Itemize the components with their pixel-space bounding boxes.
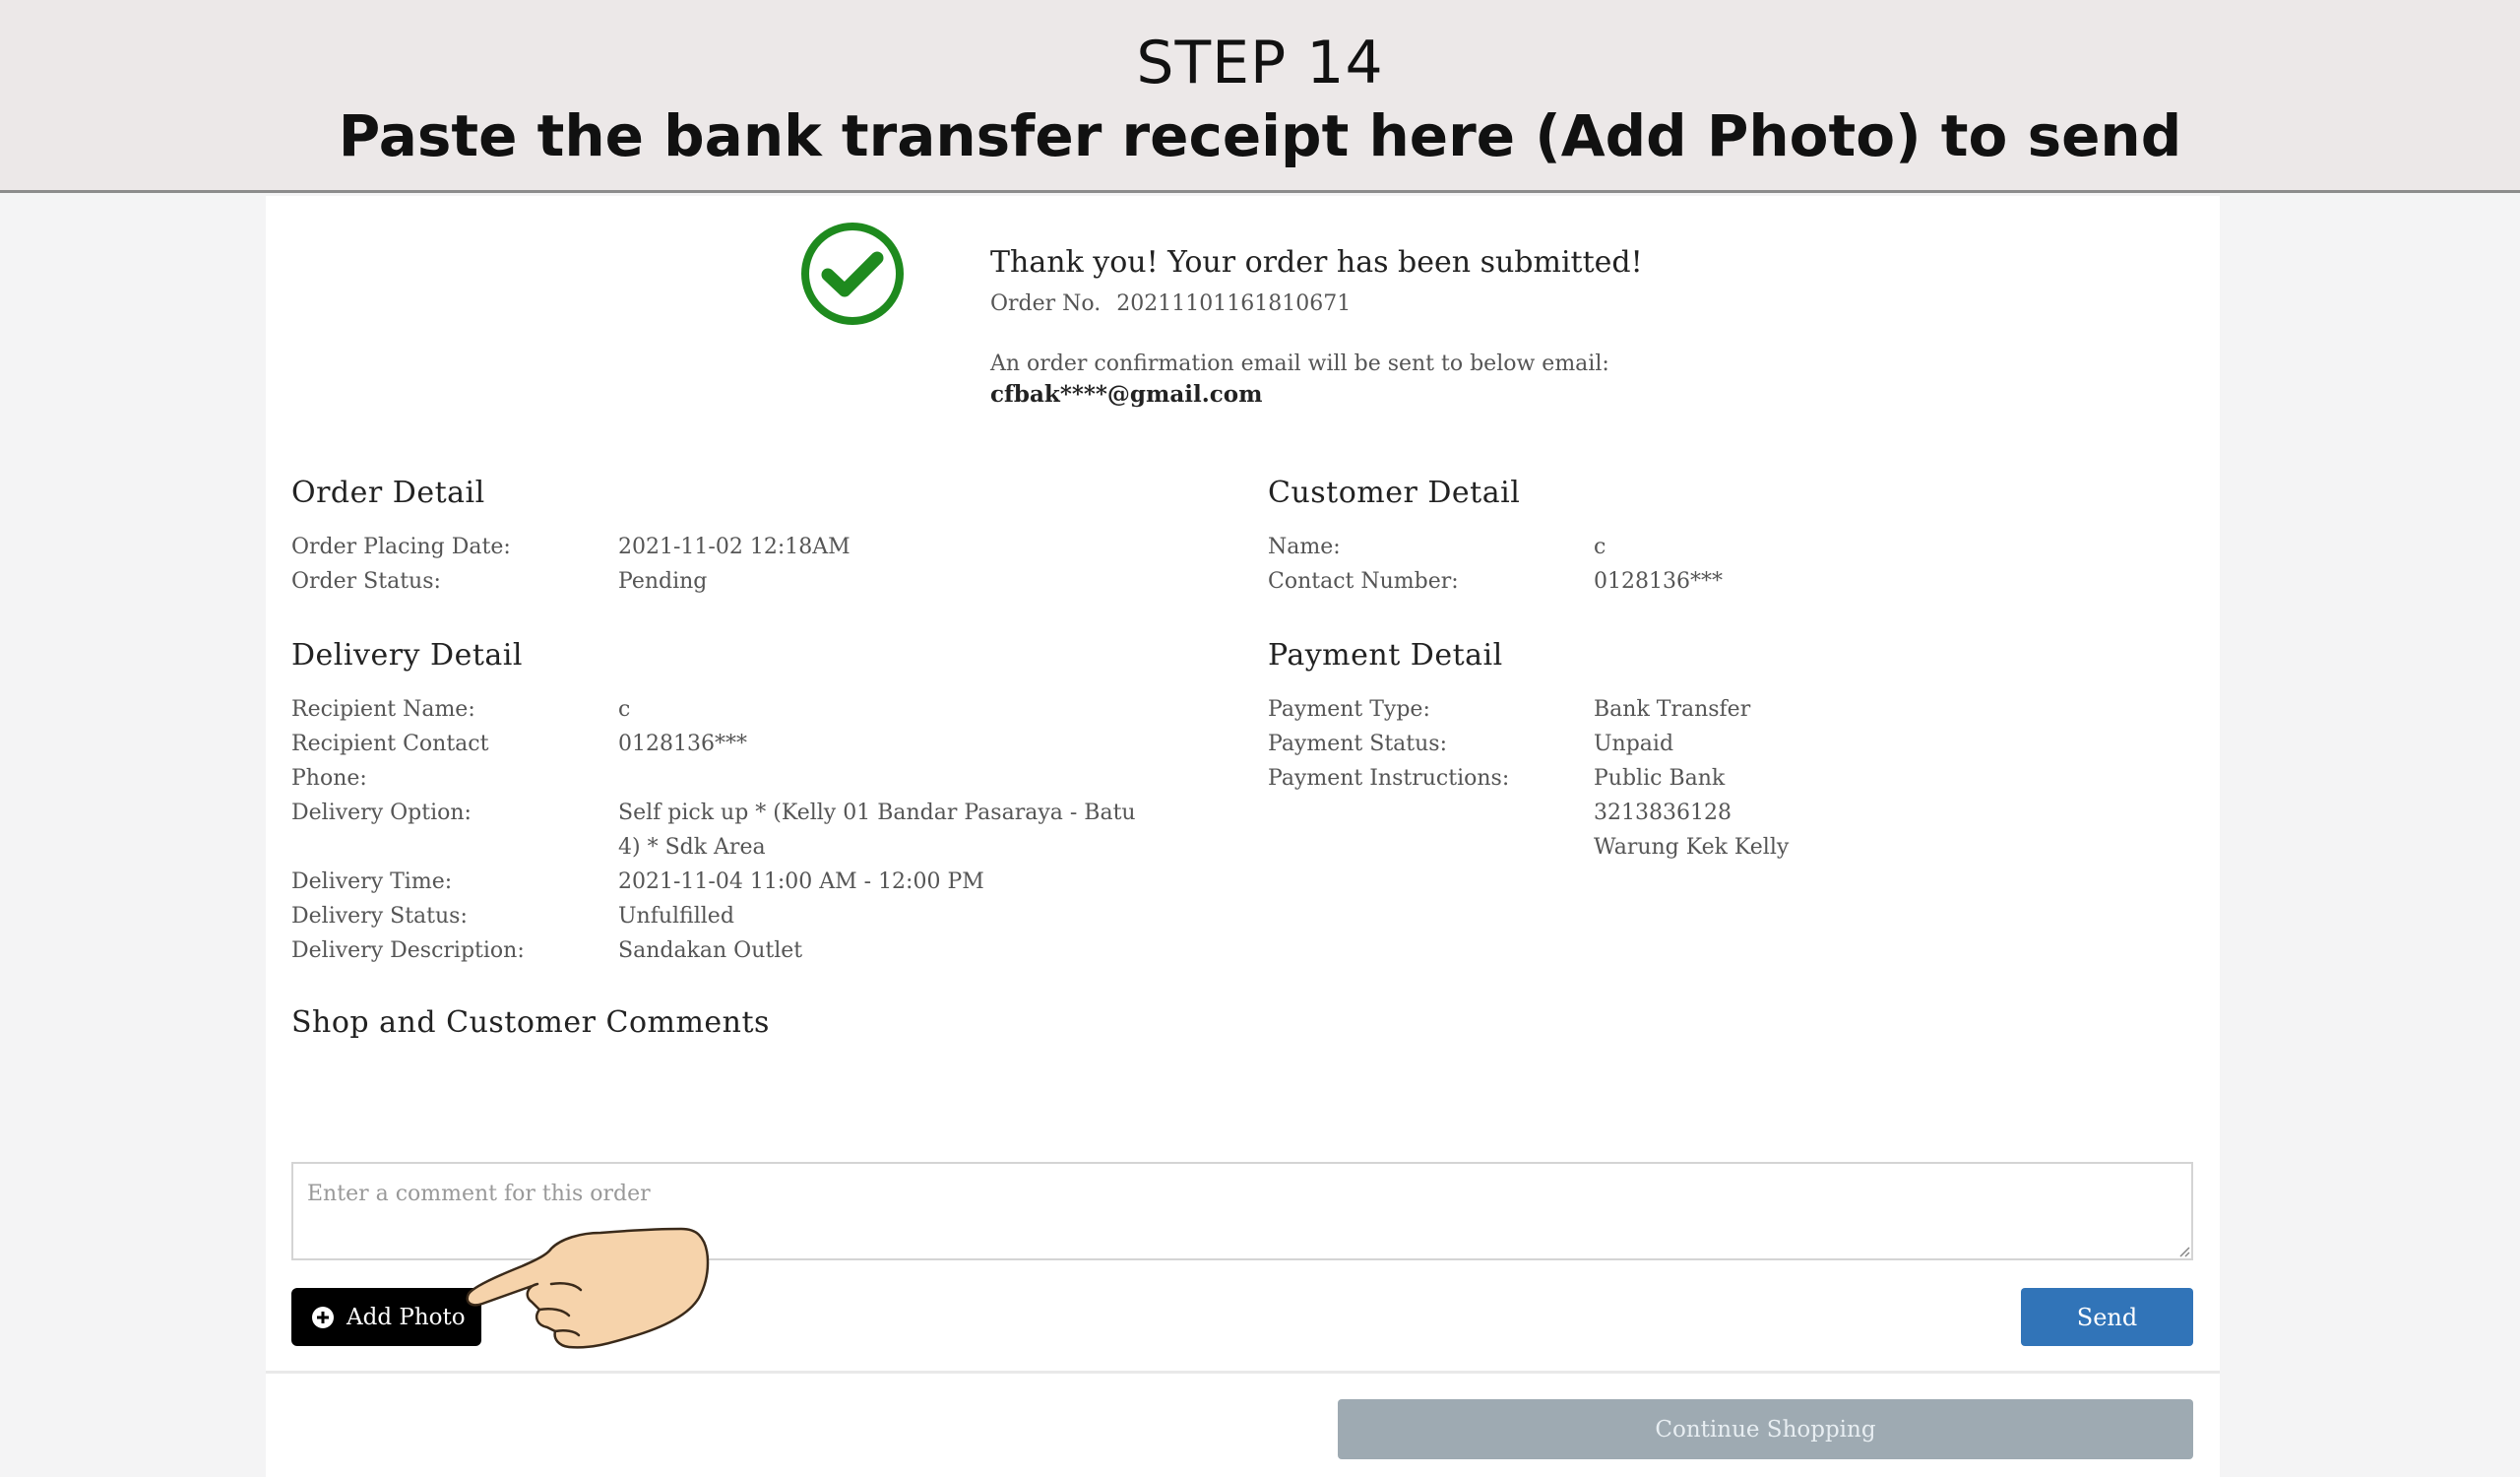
row-value: Unpaid [1594,732,1674,756]
row-label: Recipient Name: [291,697,475,722]
row-value: Warung Kek Kelly [1594,835,1790,860]
row-label: Delivery Option: [291,801,472,825]
row-label: Delivery Time: [291,869,453,894]
step-instruction: Paste the bank transfer receipt here (Ad… [338,102,2182,169]
row-label: Delivery Description: [291,938,525,963]
pointing-hand-icon [466,1227,710,1349]
order-number-value: 20211101161810671 [1116,291,1352,316]
order-detail-title: Order Detail [291,476,485,510]
add-photo-label: Add Photo [346,1304,466,1330]
divider [266,1371,2220,1374]
customer-detail-title: Customer Detail [1268,476,1521,510]
row-value: 2021-11-02 12:18AM [618,535,850,559]
row-value: c [618,697,631,722]
row-value: 4) * Sdk Area [618,835,766,860]
comments-title: Shop and Customer Comments [291,1005,770,1040]
payment-detail-title: Payment Detail [1268,638,1503,673]
step-heading: STEP 14 [1136,29,1384,97]
row-label: Payment Type: [1268,697,1430,722]
row-label: Phone: [291,766,367,791]
row-value: 2021-11-04 11:00 AM - 12:00 PM [618,869,984,894]
row-label: Order Placing Date: [291,535,511,559]
row-value: 0128136*** [1594,569,1723,594]
instruction-banner: STEP 14 Paste the bank transfer receipt … [0,0,2520,193]
row-value: 3213836128 [1594,801,1732,825]
email-note: An order confirmation email will be sent… [990,352,1609,376]
row-value: Sandakan Outlet [618,938,803,963]
plus-circle-icon [312,1306,334,1328]
row-label: Name: [1268,535,1341,559]
row-value: Self pick up * (Kelly 01 Bandar Pasaraya… [618,801,1136,825]
row-label: Payment Status: [1268,732,1447,756]
row-label: Payment Instructions: [1268,766,1510,791]
send-button[interactable]: Send [2021,1288,2193,1346]
confirmation-title: Thank you! Your order has been submitted… [990,245,1643,280]
row-value: Unfulfilled [618,904,734,929]
continue-shopping-button[interactable]: Continue Shopping [1338,1399,2193,1459]
row-label: Contact Number: [1268,569,1459,594]
row-value: c [1594,535,1606,559]
order-number: Order No. 20211101161810671 [990,291,1351,316]
row-label: Order Status: [291,569,441,594]
resize-grip-icon[interactable] [2178,1246,2190,1257]
row-label: Delivery Status: [291,904,468,929]
order-number-label: Order No. [990,291,1102,316]
check-circle-icon [801,223,904,325]
row-value: Pending [618,569,708,594]
delivery-detail-title: Delivery Detail [291,638,523,673]
row-label: Recipient Contact [291,732,489,756]
confirmation-email: cfbak****@gmail.com [990,381,1263,408]
row-value: 0128136*** [618,732,747,756]
row-value: Public Bank [1594,766,1726,791]
row-value: Bank Transfer [1594,697,1751,722]
